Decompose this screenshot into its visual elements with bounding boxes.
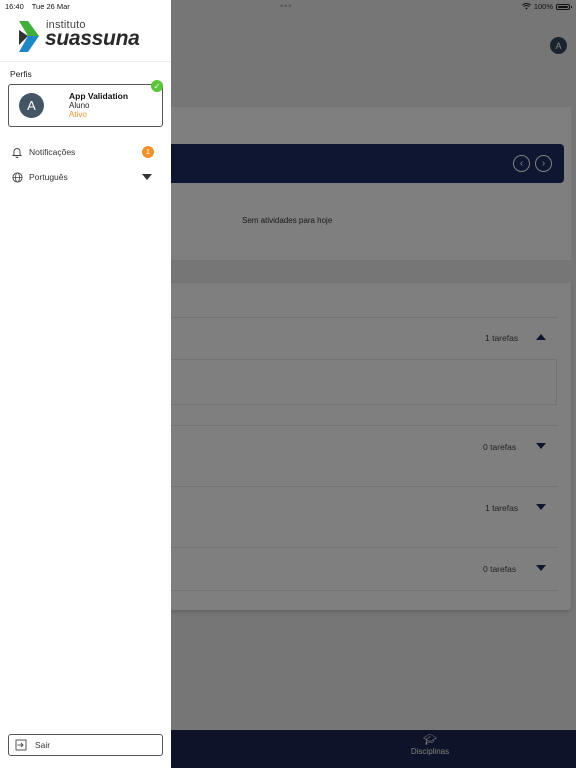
check-icon: ✓: [151, 80, 163, 92]
status-date: Tue 26 Mar: [31, 2, 70, 11]
globe-icon: [11, 171, 23, 183]
profile-card[interactable]: A App Validation Aluno Ativo: [8, 84, 163, 127]
logo-text-big: suassuna: [45, 27, 140, 50]
side-drawer: instituto suassuna Perfis A App Validati…: [0, 0, 171, 768]
menu-item-notifications[interactable]: Notificações: [11, 145, 161, 159]
logout-button[interactable]: Sair: [8, 734, 163, 756]
profile-name: App Validation: [69, 91, 129, 101]
battery-icon: [556, 3, 572, 10]
wifi-icon: [521, 3, 531, 10]
chevron-down-icon[interactable]: [142, 174, 152, 180]
logo: instituto suassuna: [19, 19, 149, 53]
suassuna-logo-icon: [19, 21, 39, 52]
profile-status: Ativo: [69, 110, 87, 119]
logout-icon: [15, 739, 27, 751]
bell-icon: [11, 146, 23, 158]
profile-avatar: A: [19, 93, 44, 118]
drawer-divider: [0, 61, 171, 62]
status-time: 16:40: [5, 2, 24, 11]
multitasking-dots-icon[interactable]: •••: [280, 1, 292, 11]
menu-item-language[interactable]: Português: [11, 170, 161, 184]
status-bar: 16:40 Tue 26 Mar ••• 100%: [0, 0, 576, 12]
notifications-badge: 1: [142, 146, 154, 158]
profiles-section-label: Perfis: [10, 69, 32, 79]
profile-role: Aluno: [69, 101, 90, 110]
battery-percentage: 100%: [533, 2, 553, 11]
